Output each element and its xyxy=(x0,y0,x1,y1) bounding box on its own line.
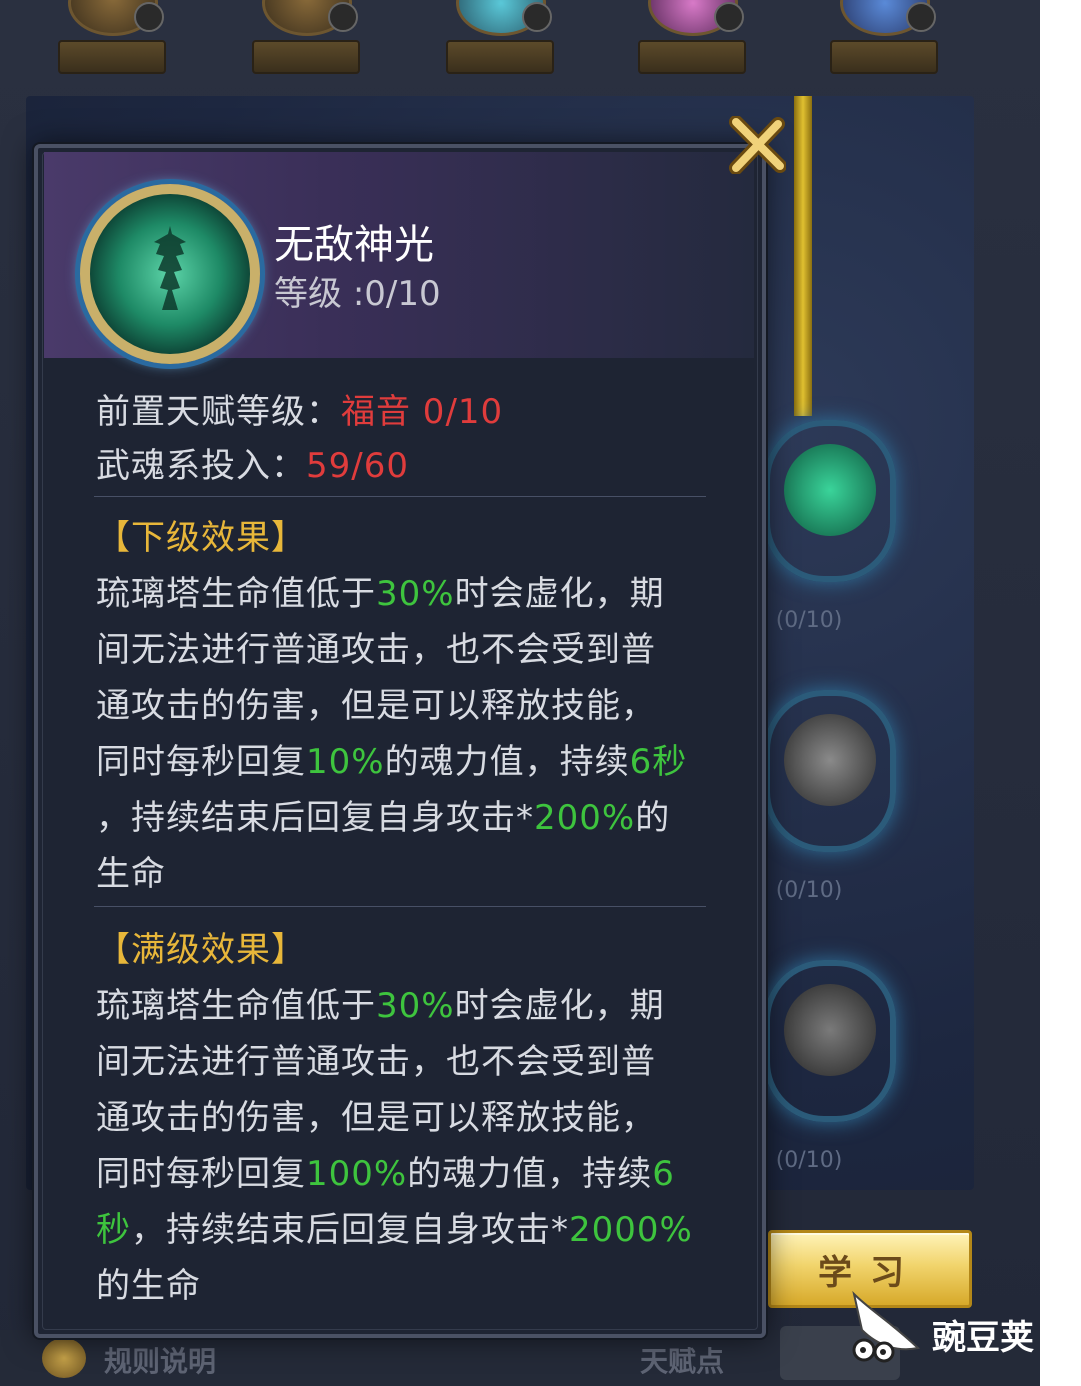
watermark-text: 豌豆荚 xyxy=(932,1318,1034,1358)
invest-label: 武魂系投入： xyxy=(96,446,306,486)
tower-icon xyxy=(154,226,186,310)
max-effect-line-6: 的生命 xyxy=(96,1266,201,1306)
skill-level: 等级 :0/10 xyxy=(274,266,441,315)
skill-icon xyxy=(80,184,260,364)
max-effect-line-3: 通攻击的伤害，但是可以释放技能， xyxy=(96,1098,656,1138)
max-effect-line-5: 秒，持续结束后回复自身攻击*2000% xyxy=(96,1210,693,1250)
invest-line: 武魂系投入：59/60 xyxy=(96,438,409,487)
rules-label[interactable]: 规则说明 xyxy=(104,1340,216,1380)
lower-effect-line-3: 通攻击的伤害，但是可以释放技能， xyxy=(96,686,656,726)
prereq-line: 前置天赋等级：福音 0/10 xyxy=(96,384,503,433)
max-effect-line-4: 同时每秒回复100%的魂力值，持续6 xyxy=(96,1154,675,1194)
right-edge-strip xyxy=(1040,0,1081,1386)
lower-effect-title: 【下级效果】 xyxy=(96,518,306,558)
top-slot-3[interactable] xyxy=(438,0,558,78)
popup-header: 无敌神光 等级 :0/10 xyxy=(44,152,754,364)
invest-value: 59/60 xyxy=(306,446,409,486)
lower-effect-line-6: 生命 xyxy=(96,854,166,894)
divider xyxy=(94,906,706,907)
top-slot-5[interactable] xyxy=(822,0,942,78)
level-label: 等级 xyxy=(274,274,342,314)
talent-node-2-level: (0/10) xyxy=(775,878,843,903)
talent-node-3[interactable] xyxy=(764,960,896,1122)
lower-effect-line-5: ，持续结束后回复自身攻击*200%的 xyxy=(96,798,671,838)
rules-icon[interactable] xyxy=(42,1338,86,1378)
talent-node-1[interactable] xyxy=(764,420,896,582)
prereq-value: 福音 0/10 xyxy=(341,392,504,432)
talent-detail-popup: 无敌神光 等级 :0/10 前置天赋等级：福音 0/10 武魂系投入：59/60… xyxy=(34,144,766,1338)
max-effect-line-1: 琉璃塔生命值低于30%时会虚化，期 xyxy=(96,986,665,1026)
talent-points-label: 天赋点 xyxy=(640,1345,725,1378)
max-effect-title: 【满级效果】 xyxy=(96,930,306,970)
close-icon[interactable] xyxy=(728,116,786,174)
watermark-logo-icon xyxy=(852,1290,921,1363)
talent-node-1-level: (0/10) xyxy=(775,608,843,633)
lower-effect-line-1: 琉璃塔生命值低于30%时会虚化，期 xyxy=(96,574,665,614)
max-effect-line-2: 间无法进行普通攻击，也不会受到普 xyxy=(96,1042,656,1082)
top-slot-1[interactable] xyxy=(50,0,170,78)
talent-node-3-level: (0/10) xyxy=(775,1148,843,1173)
prereq-label: 前置天赋等级： xyxy=(96,392,341,432)
talent-node-2[interactable] xyxy=(764,690,896,852)
lower-effect-line-2: 间无法进行普通攻击，也不会受到普 xyxy=(96,630,656,670)
lower-effect-line-4: 同时每秒回复10%的魂力值，持续6秒 xyxy=(96,742,688,782)
level-value: :0/10 xyxy=(352,274,441,314)
divider xyxy=(94,496,706,497)
top-slot-2[interactable] xyxy=(244,0,364,78)
tree-connector-line xyxy=(794,96,812,416)
top-slot-4[interactable] xyxy=(630,0,750,78)
skill-name: 无敌神光 xyxy=(274,222,434,268)
